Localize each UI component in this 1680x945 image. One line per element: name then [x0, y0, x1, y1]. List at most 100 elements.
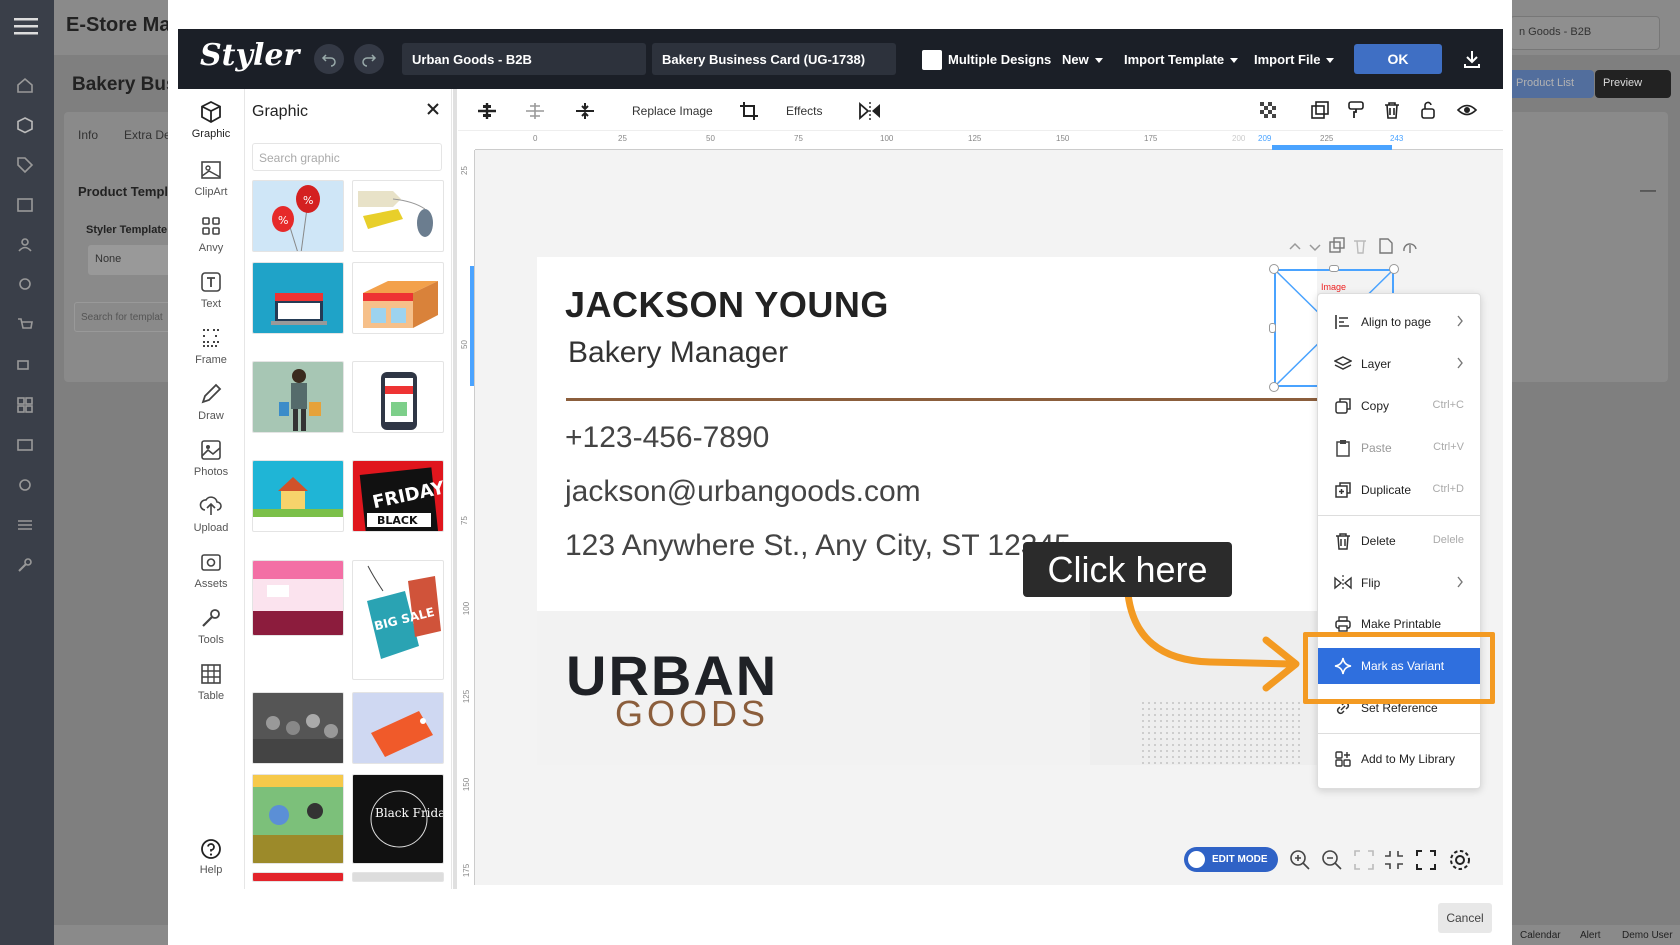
- tool-graphic[interactable]: Graphic: [178, 100, 244, 140]
- tool-tools[interactable]: Tools: [178, 606, 244, 646]
- graphic-thumb-partial[interactable]: [252, 872, 344, 882]
- ok-button[interactable]: OK: [1354, 44, 1442, 74]
- new-menu[interactable]: New: [1062, 52, 1103, 67]
- menu-align-to-page[interactable]: Align to page: [1318, 304, 1480, 340]
- tool-photos[interactable]: Photos: [178, 438, 244, 478]
- align-top-icon[interactable]: [476, 100, 498, 122]
- graphic-thumb-tag-red[interactable]: [352, 692, 444, 764]
- resize-handle[interactable]: [1269, 382, 1279, 392]
- card-phone[interactable]: +123-456-7890: [565, 421, 769, 455]
- zoom-out-icon[interactable]: [1320, 848, 1344, 872]
- store-select[interactable]: n Goods - B2B: [1510, 16, 1660, 50]
- resize-handle[interactable]: [1269, 264, 1279, 274]
- mail-icon[interactable]: [16, 436, 38, 458]
- cart-icon[interactable]: [16, 316, 38, 338]
- tool-draw[interactable]: Draw: [178, 382, 244, 422]
- flip-icon[interactable]: [858, 100, 882, 122]
- footer-alert[interactable]: Alert: [1580, 930, 1601, 941]
- tool-anvy[interactable]: Anvy: [178, 214, 244, 254]
- effects-button[interactable]: Effects: [786, 104, 822, 118]
- menu-add-to-library[interactable]: Add to My Library: [1318, 741, 1480, 777]
- center-icon[interactable]: [1382, 848, 1406, 872]
- card-address[interactable]: 123 Anywhere St., Any City, ST 12345: [565, 529, 1071, 563]
- styler-template-select[interactable]: None: [88, 245, 178, 275]
- resize-handle[interactable]: [1269, 323, 1276, 333]
- graphic-thumb-phone-shop[interactable]: [352, 361, 444, 433]
- resize-handle[interactable]: [1389, 264, 1399, 274]
- menu-paste[interactable]: Paste Ctrl+V: [1318, 430, 1480, 466]
- replace-image-button[interactable]: Replace Image: [632, 104, 713, 118]
- location-icon[interactable]: [16, 276, 38, 298]
- menu-delete[interactable]: Delete Delele: [1318, 523, 1480, 559]
- graphic-thumb-shopper[interactable]: [252, 361, 344, 433]
- card-name[interactable]: JACKSON YOUNG: [565, 284, 889, 326]
- card-divider[interactable]: [566, 398, 1318, 401]
- collapse-icon[interactable]: —: [1640, 182, 1656, 200]
- graphic-thumb-shop-laptop[interactable]: [252, 262, 344, 334]
- graphic-thumb-black-friday-round[interactable]: Black Friday: [352, 774, 444, 864]
- preview-button[interactable]: Preview: [1595, 70, 1671, 98]
- graphic-search-input[interactable]: Search graphic: [252, 143, 442, 171]
- format-painter-icon[interactable]: [1346, 100, 1366, 120]
- tool-text[interactable]: Text: [178, 270, 244, 310]
- card-email[interactable]: jackson@urbangoods.com: [565, 475, 921, 509]
- truck-icon[interactable]: [16, 356, 38, 378]
- tab-extra[interactable]: Extra De: [124, 128, 171, 142]
- store-name-field[interactable]: Urban Goods - B2B: [402, 43, 646, 75]
- tool-table[interactable]: Table: [178, 662, 244, 702]
- users-icon[interactable]: [16, 236, 38, 258]
- fit-screen-icon[interactable]: [1352, 848, 1376, 872]
- graphic-thumb-tags[interactable]: [352, 180, 444, 252]
- graphic-thumb-crowd[interactable]: [252, 692, 344, 764]
- selection-quick-tools[interactable]: [1286, 237, 1426, 257]
- menu-duplicate[interactable]: Duplicate Ctrl+D: [1318, 472, 1480, 508]
- home-icon[interactable]: [16, 76, 38, 98]
- multiple-designs-checkbox[interactable]: [922, 50, 942, 70]
- sliders-icon[interactable]: [16, 516, 38, 538]
- fullscreen-icon[interactable]: [1414, 848, 1438, 872]
- graphic-thumb-toy-shop[interactable]: [252, 774, 344, 864]
- card-job-title[interactable]: Bakery Manager: [568, 336, 788, 370]
- design-name-field[interactable]: Bakery Business Card (UG-1738): [652, 43, 896, 75]
- trash-icon[interactable]: [1382, 100, 1402, 120]
- footer-calendar[interactable]: Calendar: [1520, 930, 1561, 941]
- card-logo-goods[interactable]: GOODS: [615, 693, 769, 735]
- product-list-button[interactable]: Product List: [1508, 70, 1594, 98]
- panel-scrollbar[interactable]: [453, 89, 457, 889]
- tool-upload[interactable]: Upload: [178, 494, 244, 534]
- align-center-icon[interactable]: [524, 100, 546, 122]
- tool-assets[interactable]: Assets: [178, 550, 244, 590]
- import-file-menu[interactable]: Import File: [1254, 52, 1335, 67]
- wrench-icon[interactable]: [16, 556, 38, 578]
- menu-layer[interactable]: Layer: [1318, 346, 1480, 382]
- footer-user[interactable]: Demo User: [1622, 930, 1673, 941]
- align-middle-icon[interactable]: [574, 100, 596, 122]
- import-template-menu[interactable]: Import Template: [1124, 52, 1239, 67]
- graphic-thumb-store[interactable]: [352, 262, 444, 334]
- graphic-thumb-shop-counter[interactable]: [252, 560, 344, 636]
- unlock-icon[interactable]: [1418, 100, 1438, 120]
- undo-button[interactable]: [314, 44, 344, 74]
- image-icon[interactable]: [16, 196, 38, 218]
- close-icon[interactable]: [426, 102, 440, 116]
- gear-icon[interactable]: [1448, 848, 1472, 872]
- menu-flip[interactable]: Flip: [1318, 565, 1480, 601]
- tool-help[interactable]: Help: [178, 838, 244, 876]
- box-icon[interactable]: [16, 116, 38, 138]
- crop-icon[interactable]: [738, 100, 760, 122]
- redo-button[interactable]: [354, 44, 384, 74]
- graphic-thumb-big-sale[interactable]: BIG SALE: [352, 560, 444, 680]
- graphic-thumb-house[interactable]: [252, 460, 344, 532]
- tag-icon[interactable]: [16, 156, 38, 178]
- download-icon[interactable]: [1462, 49, 1482, 69]
- tab-info[interactable]: Info: [78, 128, 98, 142]
- zoom-in-icon[interactable]: [1288, 848, 1312, 872]
- gear-icon[interactable]: [16, 476, 38, 498]
- apps-icon[interactable]: [16, 396, 38, 418]
- graphic-thumb-balloons[interactable]: %%: [252, 180, 344, 252]
- transparency-icon[interactable]: [1258, 100, 1278, 120]
- menu-copy[interactable]: Copy Ctrl+C: [1318, 388, 1480, 424]
- resize-handle[interactable]: [1329, 265, 1339, 272]
- menu-icon[interactable]: [14, 16, 38, 36]
- cancel-button[interactable]: Cancel: [1438, 903, 1492, 933]
